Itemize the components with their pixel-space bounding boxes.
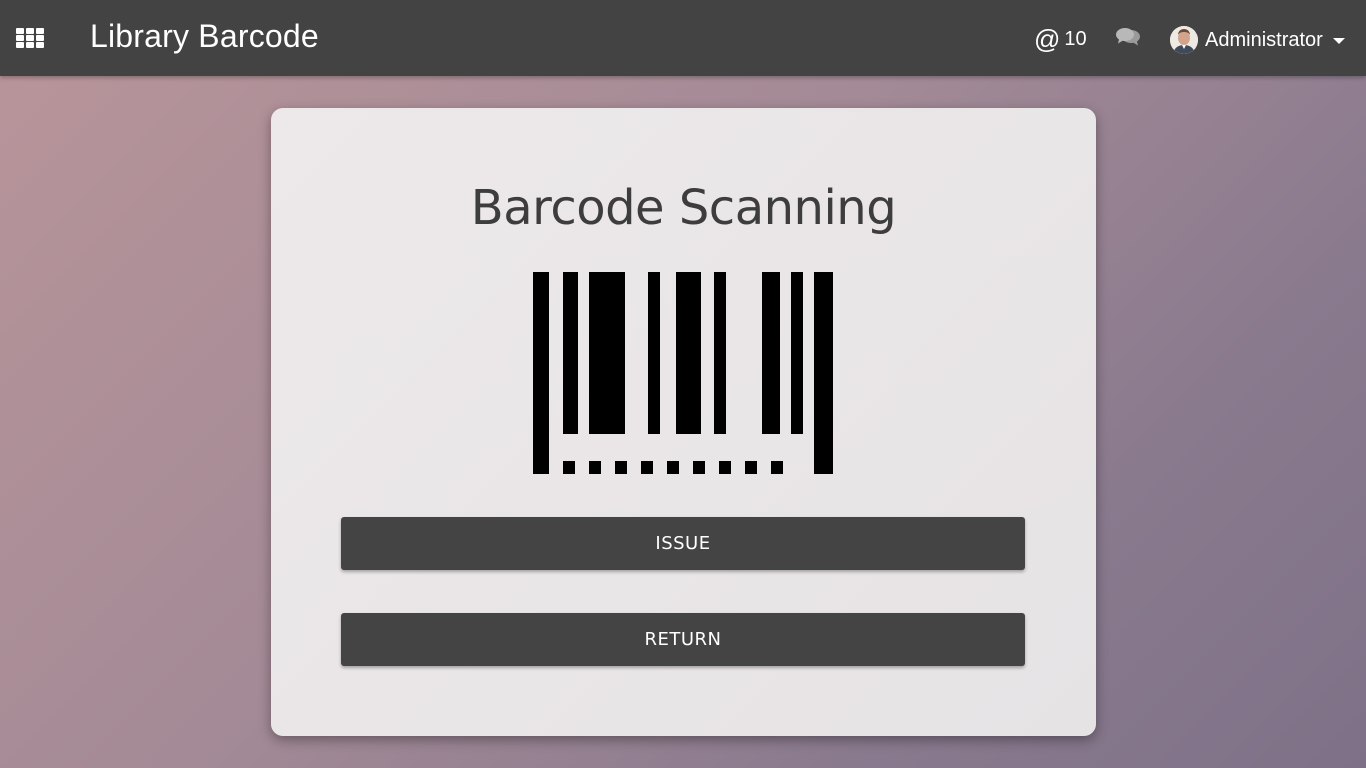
top-navbar: Library Barcode @ 10 Administrator <box>0 0 1366 76</box>
user-menu[interactable]: Administrator <box>1170 24 1345 56</box>
chat-bubbles-icon[interactable] <box>1115 27 1143 51</box>
apps-menu-grid-icon[interactable] <box>16 28 44 50</box>
mentions-button[interactable]: @ 10 <box>1034 24 1087 54</box>
avatar <box>1170 26 1198 54</box>
mentions-count: 10 <box>1064 27 1087 50</box>
caret-down-icon <box>1332 38 1345 44</box>
return-button[interactable]: RETURN <box>341 613 1025 666</box>
page-title: Barcode Scanning <box>470 180 897 236</box>
barcode-scanning-card: Barcode Scanning ISSUE RETURN <box>271 108 1096 736</box>
barcode-icon <box>533 272 833 474</box>
at-icon: @ <box>1034 24 1061 54</box>
app-title: Library Barcode <box>90 18 319 54</box>
user-name: Administrator <box>1205 28 1323 51</box>
issue-button[interactable]: ISSUE <box>341 517 1025 570</box>
